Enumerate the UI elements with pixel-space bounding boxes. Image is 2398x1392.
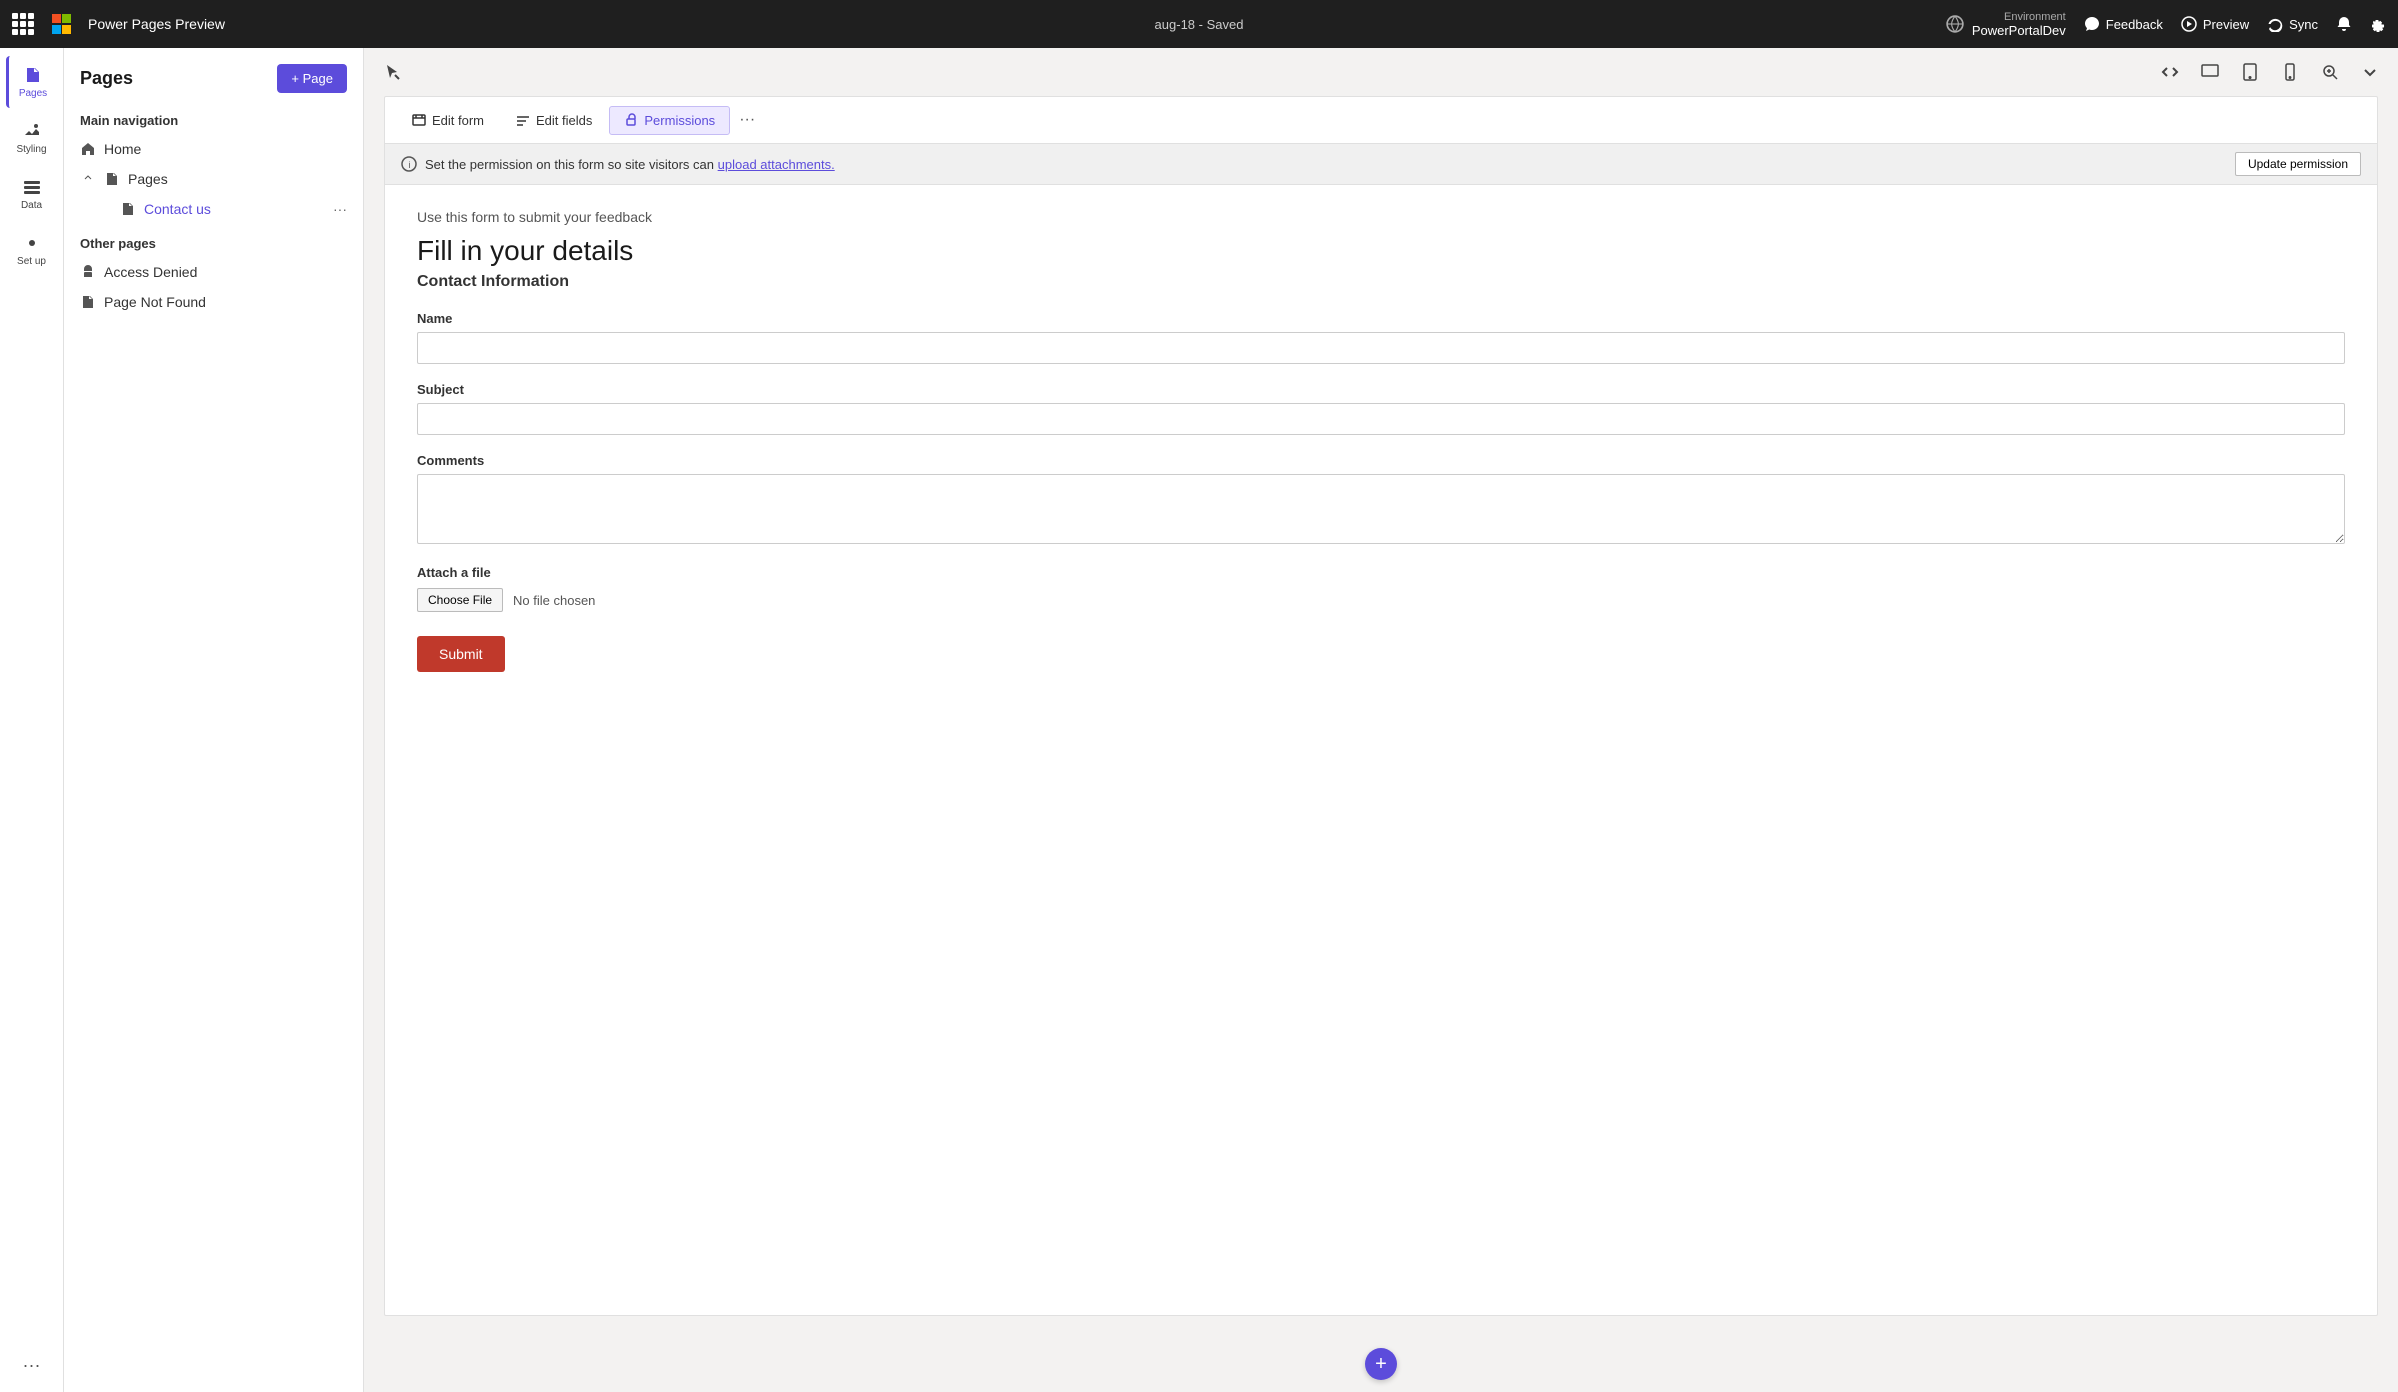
comments-input[interactable] [417,474,2345,544]
attach-label: Attach a file [417,565,2345,580]
add-section-button[interactable]: + [1365,1348,1397,1380]
attach-section: Attach a file Choose File No file chosen [417,565,2345,612]
sidebar-item-data[interactable]: Data [6,168,58,220]
desktop-view-button[interactable] [2194,56,2226,88]
contact-us-more-button[interactable]: ··· [333,201,347,217]
no-file-text: No file chosen [513,593,595,608]
microsoft-logo [52,14,72,34]
app-title: Power Pages Preview [88,16,225,32]
add-section-row: + [364,1336,2398,1392]
notification-button[interactable] [2336,16,2352,32]
nav-access-denied[interactable]: Access Denied [64,257,363,287]
other-pages-title: Other pages [64,224,363,257]
permission-notice-text: Set the permission on this form so site … [425,157,835,172]
top-bar-right: Environment PowerPortalDev Feedback Prev… [1946,11,2386,38]
edit-form-button[interactable]: Edit form [397,106,499,135]
comments-field: Comments [417,453,2345,547]
nav-pages[interactable]: Pages [64,164,363,194]
feedback-label: Feedback [2106,17,2163,32]
form-content: Use this form to submit your feedback Fi… [385,185,2377,696]
preview-button[interactable]: Preview [2181,16,2249,32]
name-input[interactable] [417,332,2345,364]
nav-contact-us[interactable]: Contact us ··· [64,194,363,224]
submit-button[interactable]: Submit [417,636,505,672]
name-label: Name [417,311,2345,326]
update-permission-button[interactable]: Update permission [2235,152,2361,176]
add-page-button[interactable]: + Page [277,64,347,93]
nav-home[interactable]: Home [64,134,363,164]
icon-bar: Pages Styling Data Set up ··· [0,48,64,1392]
form-section-title: Contact Information [417,273,2345,291]
nav-home-label: Home [104,141,141,157]
sync-button[interactable]: Sync [2267,16,2318,32]
preview-label: Preview [2203,17,2249,32]
subject-field: Subject [417,382,2345,435]
tablet-view-button[interactable] [2234,56,2266,88]
sidebar-item-pages[interactable]: Pages [6,56,58,108]
form-subtitle: Use this form to submit your feedback [417,209,2345,225]
permission-notice: i Set the permission on this form so sit… [385,144,2377,185]
form-canvas: Edit form Edit fields Permissions ··· i … [384,96,2378,1316]
form-top-bar: Edit form Edit fields Permissions ··· [385,97,2377,144]
main-nav-title: Main navigation [64,101,363,134]
permissions-label: Permissions [644,113,715,128]
name-field: Name [417,311,2345,364]
nav-access-denied-label: Access Denied [104,264,197,280]
comments-label: Comments [417,453,2345,468]
edit-fields-label: Edit fields [536,113,592,128]
edit-fields-button[interactable]: Edit fields [501,106,607,135]
permissions-button[interactable]: Permissions [609,106,730,135]
mobile-view-button[interactable] [2274,56,2306,88]
feedback-button[interactable]: Feedback [2084,16,2163,32]
top-bar: Power Pages Preview aug-18 - Saved Envir… [0,0,2398,48]
nav-page-not-found-label: Page Not Found [104,294,206,310]
svg-text:i: i [409,160,411,170]
environment-selector[interactable]: Environment PowerPortalDev [1946,11,2066,38]
waffle-menu-icon[interactable] [12,13,34,35]
subject-input[interactable] [417,403,2345,435]
subject-label: Subject [417,382,2345,397]
chevron-down-button[interactable] [2354,56,2386,88]
env-label: Environment [2004,11,2066,23]
save-status: aug-18 - Saved [1155,17,1244,32]
edit-form-label: Edit form [432,113,484,128]
nav-contact-us-label: Contact us [144,201,211,217]
nav-page-not-found[interactable]: Page Not Found [64,287,363,317]
choose-file-button[interactable]: Choose File [417,588,503,612]
zoom-button[interactable] [2314,56,2346,88]
cursor-tool-button[interactable] [376,56,408,88]
sync-label: Sync [2289,17,2318,32]
sidebar-title: Pages [80,68,133,89]
form-more-button[interactable]: ··· [732,105,762,135]
more-options-button[interactable]: ··· [23,1355,41,1384]
canvas-area: Edit form Edit fields Permissions ··· i … [364,48,2398,1392]
settings-button[interactable] [2370,16,2386,32]
upload-attachments-link[interactable]: upload attachments. [718,157,835,172]
sidebar: Pages + Page Main navigation Home Pages … [64,48,364,1392]
form-title: Fill in your details [417,235,2345,267]
nav-pages-label: Pages [128,171,168,187]
canvas-toolbar [364,48,2398,96]
sidebar-item-styling[interactable]: Styling [6,112,58,164]
sidebar-item-setup[interactable]: Set up [6,224,58,276]
code-editor-button[interactable] [2154,56,2186,88]
env-name: PowerPortalDev [1972,23,2066,38]
